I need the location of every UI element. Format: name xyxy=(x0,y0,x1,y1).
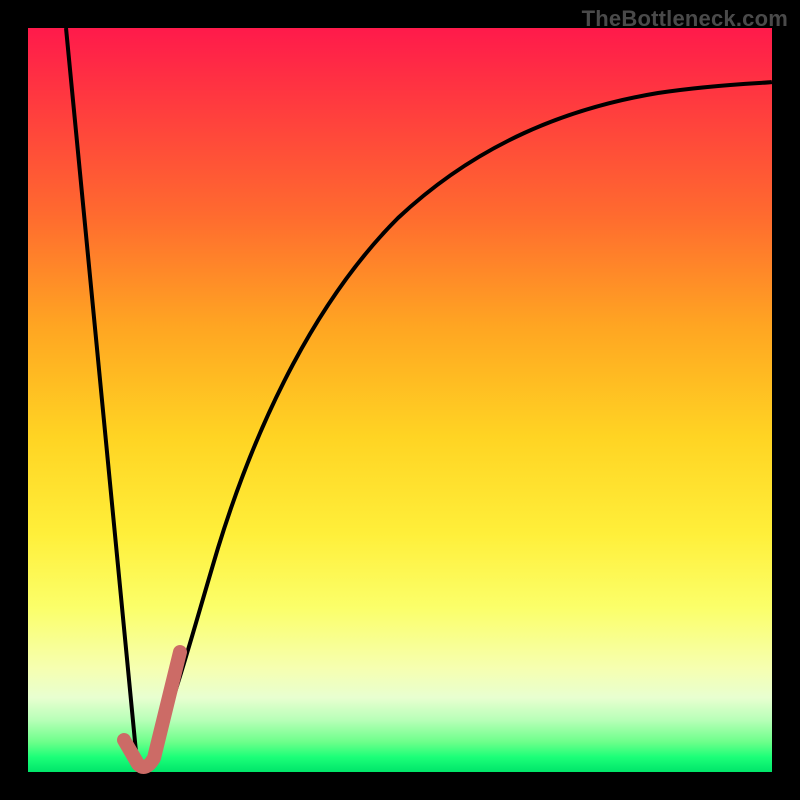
chart-frame: TheBottleneck.com xyxy=(0,0,800,800)
watermark-text: TheBottleneck.com xyxy=(582,6,788,32)
plot-area xyxy=(28,28,772,772)
curve-layer xyxy=(28,28,772,772)
